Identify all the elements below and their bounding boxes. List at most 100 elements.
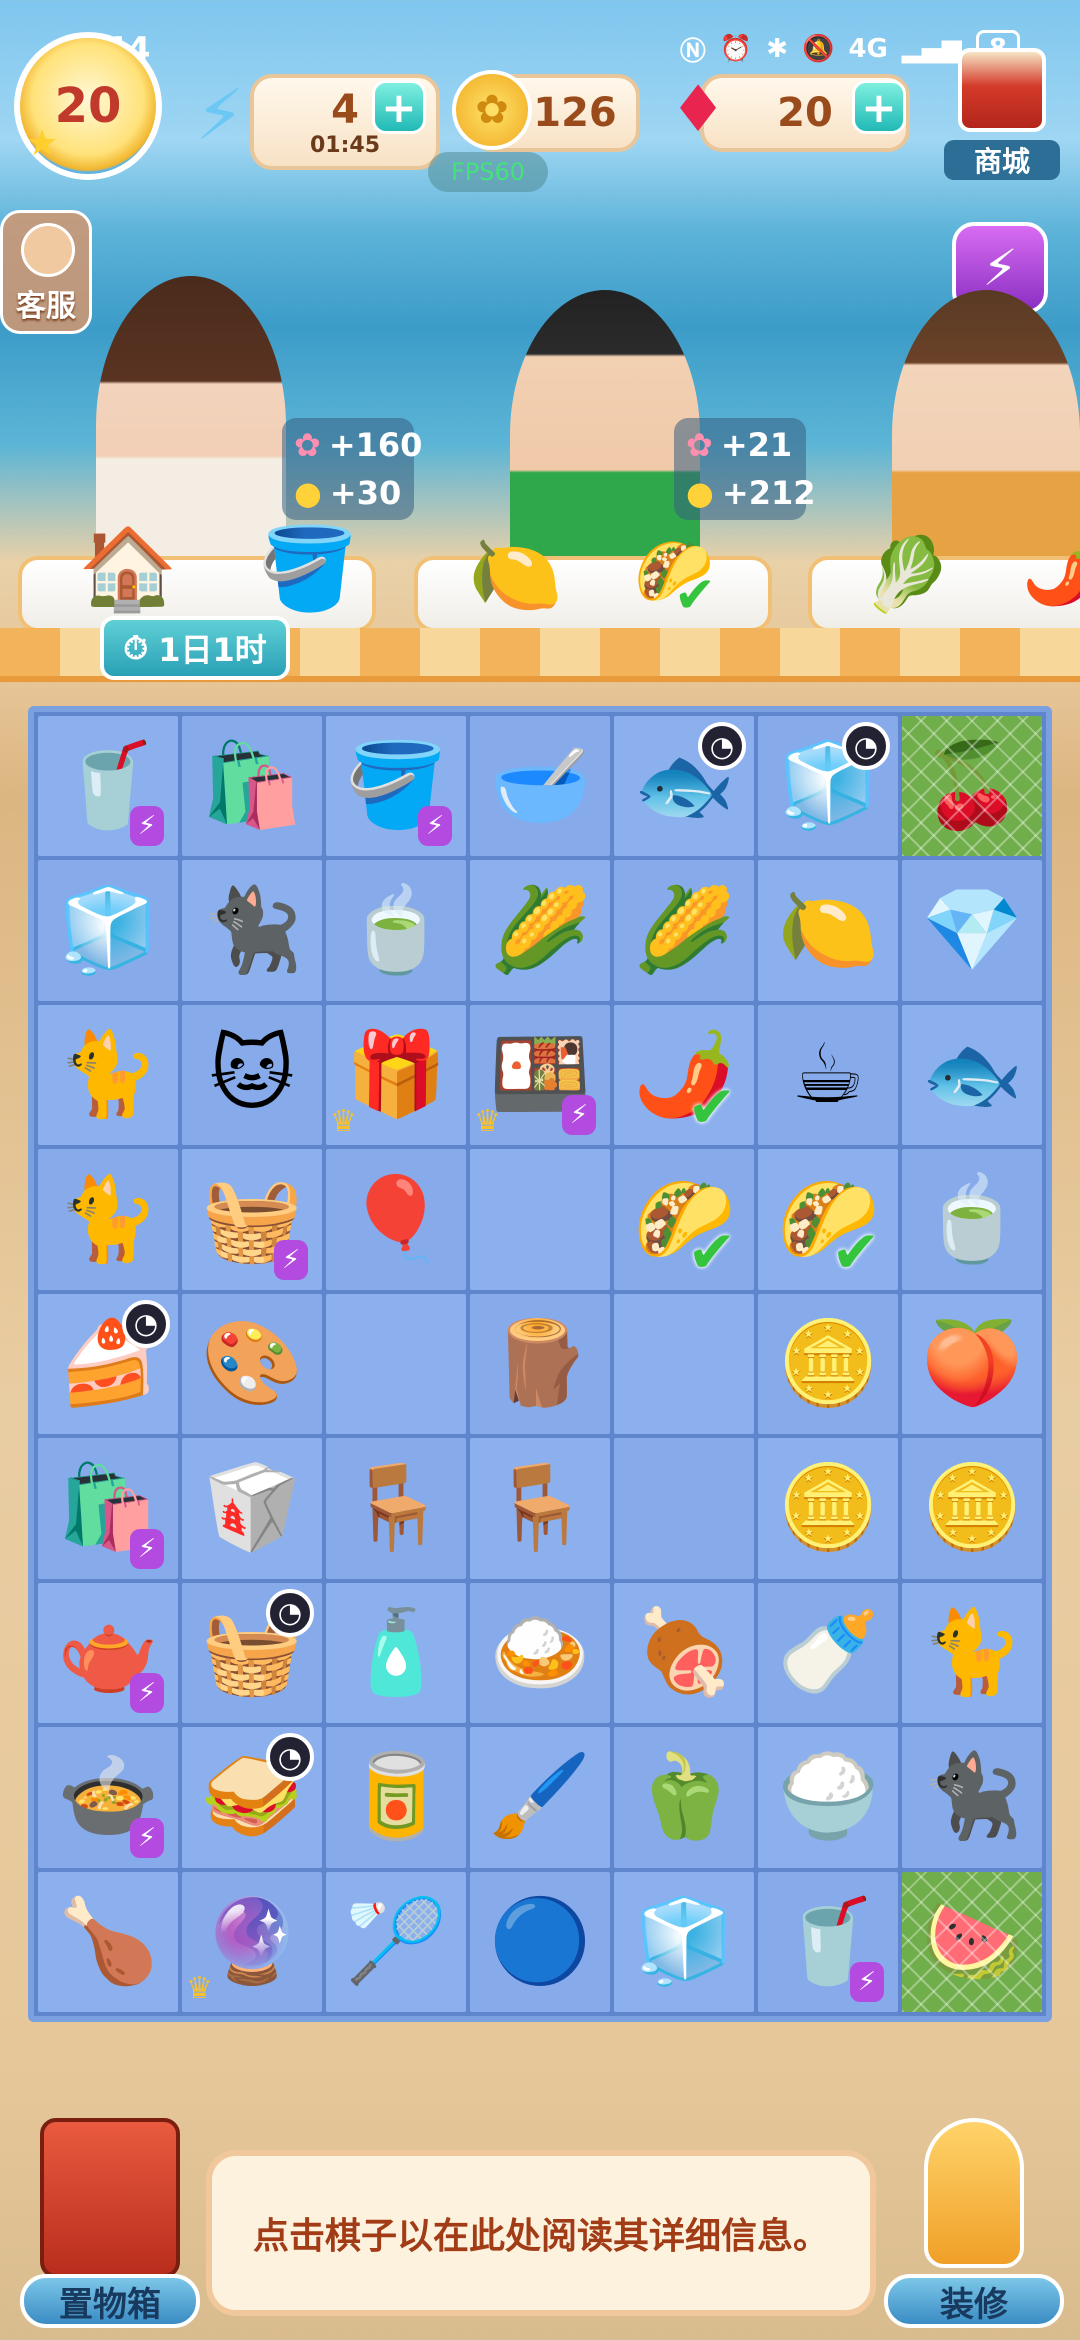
board-cell[interactable]: 🛍️ [182, 716, 322, 857]
board-cell[interactable]: 🍒 [902, 716, 1042, 857]
board-cell[interactable]: 🍱 ⚡ ♛ [470, 1004, 610, 1146]
timer-badge-icon: ◔ [266, 1733, 314, 1782]
board-cell[interactable]: 🪑 [326, 1438, 466, 1579]
board-cell[interactable]: 🍑 [902, 1293, 1042, 1435]
board-cell[interactable]: 🧺 ◔ [182, 1582, 322, 1724]
board-cell[interactable]: 🫑 [614, 1727, 754, 1868]
level-badge[interactable]: 20 ★ [14, 32, 162, 180]
board-cell[interactable]: 🐈‍⬛ [902, 1727, 1042, 1868]
item-info-text: 点击棋子以在此处阅读其详细信息。 [252, 2216, 829, 2257]
board-cell[interactable]: 🎨 [182, 1293, 322, 1435]
board-cell[interactable]: 🖌️ [470, 1727, 610, 1868]
board-item-icon: 🐈‍⬛ [920, 1749, 1024, 1845]
board-cell[interactable]: 🍋 [758, 860, 898, 1001]
board-cell[interactable]: 🥡 [182, 1438, 322, 1579]
board-item-icon: 🐟 [920, 1027, 1024, 1123]
board-cell[interactable]: 🥣 [470, 716, 610, 857]
bluetooth-icon: ✱ [766, 34, 789, 64]
board-cell[interactable]: 🌽 [470, 860, 610, 1001]
board-cell[interactable]: 🪣 ⚡ [326, 716, 466, 857]
board-cell[interactable] [614, 1293, 754, 1435]
board-cell[interactable]: 🎁 ♛ [326, 1004, 466, 1146]
board-cell[interactable]: 🏸 [326, 1871, 466, 2012]
board-cell[interactable]: 🍉 [902, 1871, 1042, 2013]
board-item-icon: 🍵 [920, 1171, 1024, 1267]
board-cell[interactable]: 🍵 [326, 860, 466, 1001]
board-cell[interactable]: 🍚 [758, 1727, 898, 1868]
board-item-icon: 🍋 [776, 882, 880, 978]
timer-badge-icon: ◔ [842, 722, 890, 770]
energy-badge-icon: ⚡ [418, 806, 452, 847]
board-cell[interactable]: 🍖 [614, 1582, 754, 1724]
board-cell[interactable]: 🐈‍⬛ [182, 860, 322, 1001]
storage-box-button[interactable]: 置物箱 [20, 2118, 200, 2328]
board-cell[interactable]: 🍰 ◔ [38, 1293, 178, 1435]
board-cell[interactable]: 🪵 [470, 1293, 610, 1435]
board-cell[interactable]: 🛍️ ⚡ [38, 1438, 178, 1579]
board-item-icon: 🌽 [488, 882, 592, 978]
board-cell[interactable]: 🐟 ◔ [614, 716, 754, 857]
board-cell[interactable]: 🔮 ♛ [182, 1871, 322, 2012]
board-cell[interactable]: 🍼 [758, 1582, 898, 1724]
board-cell[interactable]: 🌮 ✔ [614, 1149, 754, 1290]
reward-coin-row: ● +212 [686, 474, 816, 512]
board-cell[interactable]: 💎 [902, 860, 1042, 1001]
board-cell[interactable]: 🍗 [38, 1871, 178, 2012]
board-cell[interactable]: 🪙 [902, 1438, 1042, 1579]
board-cell[interactable] [470, 1149, 610, 1290]
energy-value: 4 [331, 86, 359, 133]
board-item-icon: 🐱 [209, 1027, 295, 1123]
board-cell[interactable]: 🍛 [470, 1582, 610, 1724]
coins-value: 126 [533, 90, 617, 136]
reward-coin: +212 [721, 474, 816, 512]
board-cell[interactable] [326, 1293, 466, 1435]
board-cell[interactable]: 🧺 ⚡ [182, 1149, 322, 1290]
board-cell[interactable]: 🧊 [38, 860, 178, 1001]
board-cell[interactable]: ☕ [758, 1004, 898, 1146]
board-cell[interactable]: 🔵 [470, 1871, 610, 2012]
timer-badge-icon: ◔ [122, 1299, 170, 1348]
board-cell[interactable]: 🪑 [470, 1438, 610, 1579]
add-energy-button[interactable]: + [372, 80, 426, 134]
add-gems-button[interactable]: + [852, 80, 906, 134]
board-cell[interactable]: 🥪 ◔ [182, 1727, 322, 1868]
check-badge-icon: ✔ [687, 1073, 736, 1142]
board-cell[interactable]: 🫖 ⚡ [38, 1582, 178, 1724]
board-item-icon: 🏸 [344, 1893, 448, 1989]
board-cell[interactable]: 🪙 [758, 1293, 898, 1435]
board-cell[interactable]: 🥫 [326, 1727, 466, 1868]
decorate-button[interactable]: 装修 [884, 2118, 1064, 2328]
board-cell[interactable]: 🧊 ◔ [758, 716, 898, 857]
timer-badge-icon: ◔ [698, 722, 746, 770]
order-counter-3[interactable]: 🥬 🌶️ [808, 532, 1080, 632]
shop-button[interactable]: 商城 [944, 40, 1060, 180]
shop-icon [958, 48, 1046, 132]
order-counter-2[interactable]: 🍋 🌮 ✔ [414, 530, 772, 632]
board-cell[interactable]: 🌽 [614, 860, 754, 1001]
board-cell[interactable]: 🐈 [902, 1582, 1042, 1724]
board-cell[interactable]: 🥤 ⚡ [758, 1871, 898, 2012]
board-cell[interactable]: 🎈 [326, 1149, 466, 1290]
level-number: 20 [54, 78, 122, 134]
board-cell[interactable]: 🪙 [758, 1438, 898, 1579]
board-cell[interactable]: 🍵 [902, 1149, 1042, 1290]
item-info-panel: 点击棋子以在此处阅读其详细信息。 [206, 2150, 876, 2316]
board-cell[interactable]: 🧴 [326, 1582, 466, 1724]
energy-badge-icon: ⚡ [562, 1095, 596, 1136]
customer-service-button[interactable]: 客服 [0, 210, 92, 334]
board-item-icon: 🍵 [344, 882, 448, 978]
board-cell[interactable]: 🥤 ⚡ [38, 716, 178, 857]
decorate-label: 装修 [884, 2274, 1064, 2328]
board-cell[interactable]: 🐱 [182, 1004, 322, 1146]
crown-badge-icon: ♛ [474, 1104, 501, 1140]
check-icon: ✔ [674, 566, 716, 624]
board-cell[interactable]: 🐈 [38, 1004, 178, 1146]
board-cell[interactable]: 🐈 [38, 1149, 178, 1290]
board-cell[interactable]: 🌮 ✔ [758, 1149, 898, 1290]
board-cell[interactable]: 🍲 ⚡ [38, 1727, 178, 1868]
board-cell[interactable]: 🧊 [614, 1871, 754, 2012]
board-cell[interactable]: 🌶️ ✔ [614, 1004, 754, 1146]
energy-badge-icon: ⚡ [130, 1673, 164, 1714]
board-cell[interactable] [614, 1438, 754, 1579]
board-cell[interactable]: 🐟 [902, 1004, 1042, 1146]
